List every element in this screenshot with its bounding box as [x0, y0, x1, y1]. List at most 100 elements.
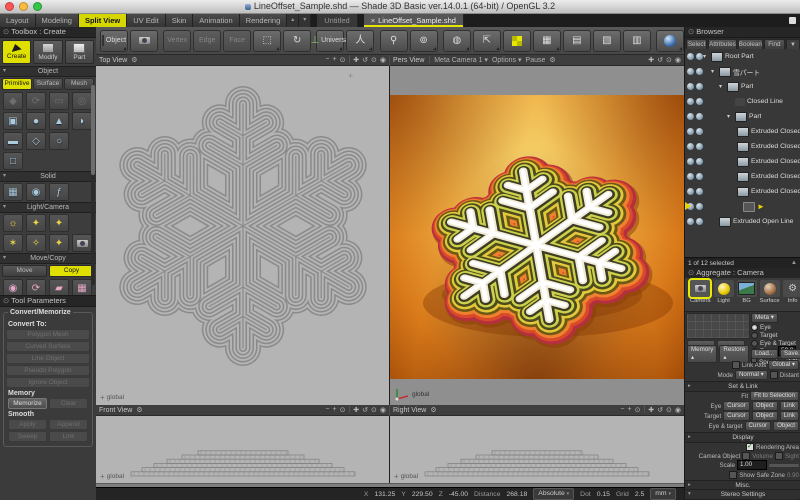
tree-item[interactable]: Extruded Closed: [685, 169, 800, 184]
right-view-title[interactable]: Right View: [393, 407, 426, 414]
workspace-tab[interactable]: Split View: [79, 14, 127, 27]
primitive-tool[interactable]: ●: [26, 112, 46, 130]
aggregate-bg[interactable]: BG: [737, 280, 757, 304]
tree-item[interactable]: ►: [685, 199, 800, 214]
load-button[interactable]: Load...: [751, 349, 778, 359]
pers-viewport[interactable]: global: [390, 66, 684, 405]
viewport-splitter-vertical[interactable]: [389, 66, 390, 405]
eye-link-button[interactable]: Link: [780, 401, 799, 411]
front-viewport[interactable]: +global: [96, 416, 389, 483]
render-toggle[interactable]: [696, 158, 703, 165]
front-view-title[interactable]: Front View: [99, 407, 132, 414]
tree-item[interactable]: Extruded Closed: [685, 124, 800, 139]
link-axis-dropdown[interactable]: Global ▾: [768, 360, 799, 370]
tab-overflow-down-button[interactable]: ▾: [299, 14, 311, 27]
target-cursor-button[interactable]: Cursor: [723, 411, 750, 421]
clear-button[interactable]: Clear: [49, 398, 88, 409]
convert-button[interactable]: Polygon Mesh: [6, 329, 90, 340]
pers-view-title[interactable]: Pers View: [393, 57, 424, 64]
light-tool[interactable]: ✶: [3, 234, 23, 252]
orbit-icon[interactable]: ↺: [362, 406, 368, 414]
section-move-copy[interactable]: ▾Move/Copy: [0, 253, 96, 264]
visibility-toggle[interactable]: [687, 188, 694, 195]
zoom-out-icon[interactable]: −: [325, 56, 329, 64]
browser-header[interactable]: ⊙Browser: [685, 27, 800, 38]
eyetarget-object-button[interactable]: Object: [773, 421, 799, 431]
convert-button[interactable]: Curved Surface: [6, 341, 90, 352]
zoom-menu-icon[interactable]: ⊙: [340, 56, 346, 64]
primitive-tool-disabled[interactable]: ▭: [49, 92, 69, 110]
create-mode-button[interactable]: Create: [2, 40, 31, 64]
tool-parameters-header[interactable]: ⊙Tool Parameters: [0, 296, 96, 307]
render-toggle[interactable]: [696, 83, 703, 90]
primitive-tool-disabled[interactable]: ◎: [72, 92, 92, 110]
convert-button[interactable]: Line Object: [6, 353, 90, 364]
tree-item[interactable]: Extruded Open Line: [685, 214, 800, 229]
zoom-in-icon[interactable]: +: [332, 56, 336, 64]
doc-tab-active[interactable]: ×LineOffset_Sample.shd: [364, 14, 464, 27]
aggregate-info[interactable]: ⚙Info: [783, 280, 800, 304]
workspace-tab[interactable]: Modeling: [36, 14, 79, 27]
pause-button[interactable]: Pause: [526, 57, 546, 64]
aggregate-surface[interactable]: Surface: [760, 280, 780, 304]
workspace-tab[interactable]: Animation: [193, 14, 239, 27]
render-toggle[interactable]: [696, 203, 703, 210]
magnify-icon[interactable]: ⊙: [666, 406, 672, 414]
pan-icon[interactable]: ✚: [353, 56, 359, 64]
camera-select-button[interactable]: [130, 30, 158, 52]
render-toggle[interactable]: [696, 188, 703, 195]
convert-button[interactable]: Pseudo Polygon: [6, 365, 90, 376]
unit-dropdown[interactable]: mm ▾: [650, 488, 676, 500]
tab-surface[interactable]: Surface: [33, 78, 63, 90]
light-tool[interactable]: ✦: [49, 234, 69, 252]
magnify-icon[interactable]: ⊙: [371, 406, 377, 414]
zoom-menu-icon[interactable]: ⊙: [340, 406, 346, 414]
radio-target[interactable]: Target: [751, 331, 800, 339]
rendering-area-checkbox[interactable]: [746, 443, 754, 451]
move-button[interactable]: Move: [2, 265, 47, 277]
zoom-in-icon[interactable]: +: [332, 406, 336, 414]
toolbox-scrollbar[interactable]: [91, 85, 95, 285]
save-button[interactable]: Save...: [780, 349, 800, 359]
visibility-toggle[interactable]: [687, 218, 694, 225]
visibility-toggle[interactable]: [687, 173, 694, 180]
magnify-icon[interactable]: ⊙: [371, 56, 377, 64]
render-toggle[interactable]: [696, 98, 703, 105]
fit-to-selection-button[interactable]: Fit to Selection: [750, 391, 799, 401]
camera-dropdown[interactable]: Meta Camera 1 ▾: [434, 56, 488, 64]
zoom-out-icon[interactable]: −: [620, 406, 624, 414]
tree-item[interactable]: Extruded Closed: [685, 154, 800, 169]
aggregate-camera[interactable]: Camera: [690, 280, 711, 304]
right-viewport[interactable]: +global: [390, 416, 684, 483]
tab-mesh[interactable]: Mesh: [64, 78, 94, 90]
visibility-toggle[interactable]: [687, 158, 694, 165]
primitive-tool-disabled[interactable]: ⟳: [26, 92, 46, 110]
workspace-tab[interactable]: Skin: [166, 14, 194, 27]
eye-object-button[interactable]: Object: [752, 401, 778, 411]
primitive-tool-disabled[interactable]: ◆: [3, 92, 23, 110]
expand-icon[interactable]: ▾: [711, 68, 717, 75]
render-toggle[interactable]: [696, 53, 703, 60]
render-toggle[interactable]: [696, 128, 703, 135]
zoom-in-icon[interactable]: +: [627, 406, 631, 414]
smooth-sweep-button[interactable]: Sweep: [8, 431, 47, 442]
section-light-camera[interactable]: ▾Light/Camera: [0, 202, 96, 213]
mode-dropdown[interactable]: Normal ▾: [735, 370, 768, 380]
face-mode-button[interactable]: Face: [223, 30, 251, 52]
memorize-button[interactable]: Memorize: [8, 398, 47, 409]
smooth-link-button[interactable]: Link: [49, 431, 88, 442]
render-preview-button[interactable]: [656, 30, 684, 52]
visibility-toggle[interactable]: [687, 98, 694, 105]
primitive-tool[interactable]: ▣: [3, 112, 23, 130]
camera-tool[interactable]: [72, 234, 92, 252]
scale-slider[interactable]: [769, 464, 799, 467]
tree-item[interactable]: ▾ Root Part: [685, 49, 800, 64]
tree-item[interactable]: Closed Line: [685, 94, 800, 109]
eyetarget-cursor-button[interactable]: Cursor: [745, 421, 772, 431]
part-mode-button[interactable]: Part: [65, 40, 94, 64]
target-object-button[interactable]: Object: [752, 411, 778, 421]
mic-button[interactable]: ⚲: [380, 30, 408, 52]
visibility-toggle[interactable]: [687, 83, 694, 90]
tab-overflow-up-button[interactable]: ▴: [287, 14, 299, 27]
solid-tool[interactable]: ◉: [26, 183, 46, 201]
